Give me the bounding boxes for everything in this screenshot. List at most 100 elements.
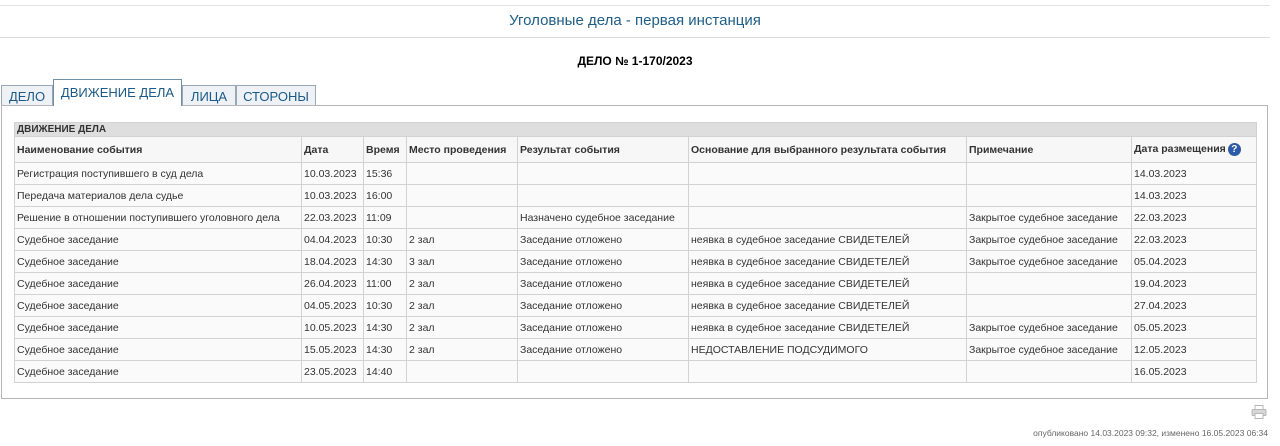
- col-publish-date-label: Дата размещения: [1134, 143, 1226, 155]
- event-reason-cell: [688, 206, 967, 229]
- event-result-cell: [517, 360, 689, 383]
- event-result-cell: Назначено судебное заседание: [517, 206, 689, 229]
- event-location-cell: 2 зал: [406, 294, 518, 317]
- help-icon[interactable]: ?: [1227, 143, 1241, 156]
- table-header-row: Наименование события Дата Время Место пр…: [14, 136, 1258, 163]
- event-date-cell: 10.05.2023: [301, 316, 364, 339]
- event-publish-date-cell: 14.03.2023: [1130, 184, 1258, 207]
- event-time-cell: 14:40: [363, 360, 407, 383]
- table-row: Решение в отношении поступившего уголовн…: [14, 206, 1258, 229]
- table-row: Передача материалов дела судье 10.03.2023…: [14, 184, 1258, 207]
- col-location: Место проведения: [406, 136, 518, 163]
- table-row: Судебное заседание 10.05.2023 14:30 2 зал За…: [14, 316, 1258, 339]
- table-row: Судебное заседание 04.04.2023 10:30 2 зал За…: [14, 228, 1258, 251]
- event-note-cell: Закрытое судебное заседание: [966, 338, 1132, 361]
- event-time-cell: 15:36: [363, 162, 407, 185]
- table-row: Регистрация поступившего в суд дела 10.03…: [14, 162, 1258, 185]
- event-result-cell: Заседание отложено: [517, 294, 689, 317]
- event-date-cell: 04.04.2023: [301, 228, 364, 251]
- event-time-cell: 14:30: [363, 338, 407, 361]
- event-note-cell: Закрытое судебное заседание: [966, 316, 1132, 339]
- event-note-cell: [966, 294, 1132, 317]
- event-location-cell: [406, 162, 518, 185]
- event-location-cell: [406, 206, 518, 229]
- event-time-cell: 10:30: [363, 228, 407, 251]
- event-name-cell: Судебное заседание: [14, 250, 302, 273]
- event-location-cell: 2 зал: [406, 272, 518, 295]
- event-result-cell: Заседание отложено: [517, 272, 689, 295]
- event-location-cell: 2 зал: [406, 228, 518, 251]
- event-date-cell: 18.04.2023: [301, 250, 364, 273]
- event-note-cell: Закрытое судебное заседание: [966, 206, 1132, 229]
- event-date-cell: 15.05.2023: [301, 338, 364, 361]
- event-result-cell: Заседание отложено: [517, 338, 689, 361]
- tab-case-movement[interactable]: ДВИЖЕНИЕ ДЕЛА: [53, 79, 182, 106]
- event-name-cell: Судебное заседание: [14, 316, 302, 339]
- event-time-cell: 10:30: [363, 294, 407, 317]
- event-reason-cell: НЕДОСТАВЛЕНИЕ ПОДСУДИМОГО: [688, 338, 967, 361]
- event-date-cell: 10.03.2023: [301, 184, 364, 207]
- event-publish-date-cell: 19.04.2023: [1130, 272, 1258, 295]
- event-result-cell: Заседание отложено: [517, 228, 689, 251]
- event-note-cell: [966, 162, 1132, 185]
- tab-case[interactable]: ДЕЛО: [1, 85, 53, 105]
- tab-parties[interactable]: СТОРОНЫ: [236, 85, 316, 105]
- event-location-cell: [406, 360, 518, 383]
- event-result-cell: Заседание отложено: [517, 316, 689, 339]
- event-publish-date-cell: 22.03.2023: [1130, 206, 1258, 229]
- col-time: Время: [363, 136, 407, 163]
- event-publish-date-cell: 16.05.2023: [1130, 360, 1258, 383]
- event-result-cell: Заседание отложено: [517, 250, 689, 273]
- event-note-cell: [966, 360, 1132, 383]
- table-row: Судебное заседание 23.05.2023 14:40 16.05.2…: [14, 360, 1258, 383]
- table-row: Судебное заседание 26.04.2023 11:00 2 зал За…: [14, 272, 1258, 295]
- header-divider: [0, 37, 1270, 38]
- printer-icon[interactable]: [1251, 405, 1267, 419]
- event-name-cell: Регистрация поступившего в суд дела: [14, 162, 302, 185]
- col-reason: Основание для выбранного результата собы…: [688, 136, 967, 163]
- case-events-table: ДВИЖЕНИЕ ДЕЛА Наименование события Дата …: [13, 122, 1258, 383]
- col-date: Дата: [301, 136, 364, 163]
- event-location-cell: 3 зал: [406, 250, 518, 273]
- event-date-cell: 10.03.2023: [301, 162, 364, 185]
- event-date-cell: 23.05.2023: [301, 360, 364, 383]
- event-time-cell: 14:30: [363, 316, 407, 339]
- tab-persons[interactable]: ЛИЦА: [182, 85, 236, 105]
- table-row: Судебное заседание 15.05.2023 14:30 2 зал За…: [14, 338, 1258, 361]
- event-note-cell: Закрытое судебное заседание: [966, 228, 1132, 251]
- event-date-cell: 26.04.2023: [301, 272, 364, 295]
- col-result: Результат события: [517, 136, 689, 163]
- event-time-cell: 14:30: [363, 250, 407, 273]
- event-date-cell: 22.03.2023: [301, 206, 364, 229]
- event-publish-date-cell: 05.05.2023: [1130, 316, 1258, 339]
- event-name-cell: Судебное заседание: [14, 360, 302, 383]
- event-result-cell: [517, 162, 689, 185]
- section-title: ДВИЖЕНИЕ ДЕЛА: [13, 122, 1258, 137]
- event-note-cell: Закрытое судебное заседание: [966, 250, 1132, 273]
- event-reason-cell: [688, 184, 967, 207]
- event-name-cell: Судебное заседание: [14, 228, 302, 251]
- event-result-cell: [517, 184, 689, 207]
- event-publish-date-cell: 22.03.2023: [1130, 228, 1258, 251]
- event-publish-date-cell: 05.04.2023: [1130, 250, 1258, 273]
- event-time-cell: 11:00: [363, 272, 407, 295]
- event-location-cell: 2 зал: [406, 316, 518, 339]
- event-name-cell: Судебное заседание: [14, 272, 302, 295]
- event-reason-cell: [688, 360, 967, 383]
- table-section-header: ДВИЖЕНИЕ ДЕЛА: [13, 122, 1258, 137]
- event-time-cell: 16:00: [363, 184, 407, 207]
- event-publish-date-cell: 14.03.2023: [1130, 162, 1258, 185]
- event-publish-date-cell: 27.04.2023: [1130, 294, 1258, 317]
- event-reason-cell: неявка в судебное заседание СВИДЕТЕЛЕЙ: [688, 294, 967, 317]
- event-name-cell: Решение в отношении поступившего уголовн…: [14, 206, 302, 229]
- table-body: Регистрация поступившего в суд дела 10.03…: [14, 162, 1258, 383]
- table-row: Судебное заседание 18.04.2023 14:30 3 зал За…: [14, 250, 1258, 273]
- event-location-cell: [406, 184, 518, 207]
- event-time-cell: 11:09: [363, 206, 407, 229]
- col-publish-date: Дата размещения?: [1130, 136, 1258, 163]
- case-number: ДЕЛО № 1-170/2023: [577, 54, 693, 68]
- event-reason-cell: неявка в судебное заседание СВИДЕТЕЛЕЙ: [688, 272, 967, 295]
- page-title: Уголовные дела - первая инстанция: [509, 12, 761, 29]
- event-publish-date-cell: 12.05.2023: [1130, 338, 1258, 361]
- event-reason-cell: неявка в судебное заседание СВИДЕТЕЛЕЙ: [688, 316, 967, 339]
